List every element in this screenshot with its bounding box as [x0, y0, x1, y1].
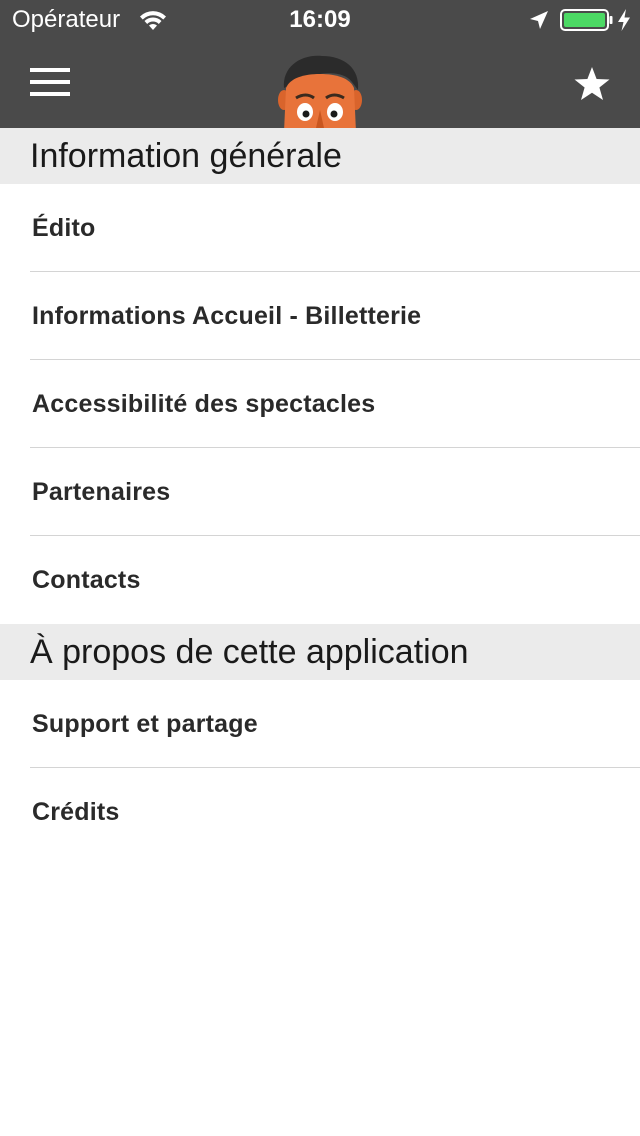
list-item-accueil-billetterie[interactable]: Informations Accueil - Billetterie — [0, 272, 640, 360]
section-title: Information générale — [30, 137, 342, 175]
battery-icon — [560, 9, 613, 31]
list-item-credits[interactable]: Crédits — [0, 768, 640, 856]
list-item-support-partage[interactable]: Support et partage — [0, 680, 640, 768]
list-item-label: Contacts — [32, 566, 141, 594]
hamburger-menu-icon[interactable] — [30, 68, 70, 100]
list-item-label: Édito — [32, 214, 96, 242]
section-title: À propos de cette application — [30, 633, 469, 671]
list-item-edito[interactable]: Édito — [0, 184, 640, 272]
section-header-general: Information générale — [0, 128, 640, 184]
list-item-contacts[interactable]: Contacts — [0, 536, 640, 624]
cartoon-face-logo[interactable] — [274, 52, 366, 128]
screen: Opérateur 16:09 Information générale Édi… — [0, 0, 640, 1136]
section-header-about: À propos de cette application — [0, 624, 640, 680]
list-item-label: Partenaires — [32, 478, 171, 506]
list-item-label: Support et partage — [32, 710, 258, 738]
location-arrow-icon — [530, 11, 548, 29]
menu-list: Information générale Édito Informations … — [0, 128, 640, 856]
star-icon[interactable] — [572, 64, 612, 104]
list-item-accessibilite[interactable]: Accessibilité des spectacles — [0, 360, 640, 448]
list-item-label: Crédits — [32, 798, 120, 826]
charging-bolt-icon — [618, 9, 630, 31]
list-item-partenaires[interactable]: Partenaires — [0, 448, 640, 536]
status-bar: Opérateur 16:09 — [0, 0, 640, 40]
list-item-label: Accessibilité des spectacles — [32, 390, 376, 418]
list-item-label: Informations Accueil - Billetterie — [32, 302, 422, 330]
navigation-bar — [0, 40, 640, 128]
